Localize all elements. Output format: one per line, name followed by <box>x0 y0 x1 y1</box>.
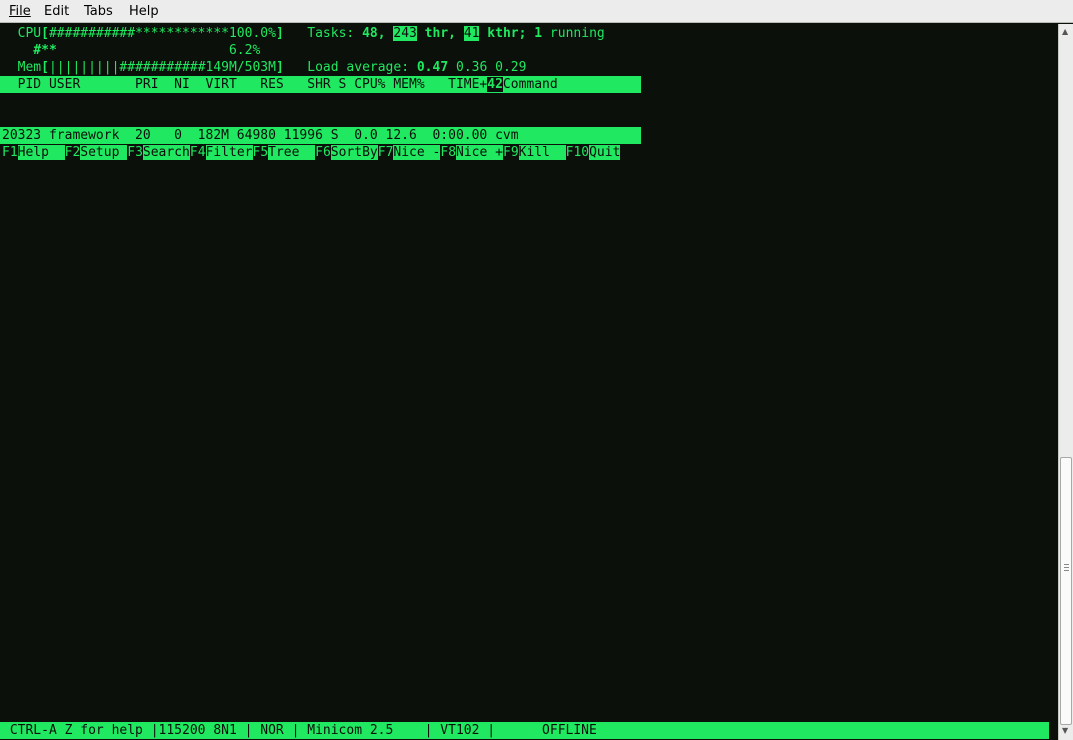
fkey-f4-key: F4 <box>189 145 206 160</box>
load-1min: 0.47 <box>416 60 449 75</box>
menu-tabs[interactable]: Tabs <box>84 3 113 20</box>
minicom-status-bar: CTRL-A Z for help |115200 8N1 | NOR | Mi… <box>0 722 1049 739</box>
cpu2-value: 6.2% <box>228 43 261 58</box>
menu-file-label: File <box>9 4 31 19</box>
fkey-f6-key: F6 <box>315 145 331 160</box>
process-row[interactable]: 20323 framework 20 0 182M 64980 11996 S … <box>0 127 641 144</box>
kthreads-count: 41 <box>463 26 480 41</box>
fkey-f1-label: Help <box>17 145 65 160</box>
scroll-grip-icon <box>1064 570 1069 571</box>
mem-bracket-open: [ <box>41 60 49 75</box>
minicom-status-text: CTRL-A Z for help |115200 8N1 | NOR | Mi… <box>2 723 597 738</box>
fkey-f10-key: F10 <box>565 145 590 160</box>
fkey-f7-key: F7 <box>377 145 394 160</box>
mem-bar-hashes: ########### <box>119 60 206 75</box>
fkey-f5-label: Tree <box>268 145 316 160</box>
load-15min: 0.29 <box>487 60 527 75</box>
mem-bracket-close: ] <box>275 60 284 75</box>
running-label: running <box>542 26 605 41</box>
fkey-f6-label: SortBy <box>330 145 378 160</box>
fkey-f7-label: Nice - <box>393 145 441 160</box>
function-key-bar: F1Help F2Setup F3SearchF4FilterF5Tree F6… <box>0 144 621 161</box>
mem-meter-line: Mem[|||||||||###########149M/503M] Load … <box>2 59 527 76</box>
fkey-f8-key: F8 <box>440 145 457 160</box>
fkey-f7[interactable]: F7Nice - <box>378 145 441 160</box>
fkey-f9[interactable]: F9Kill <box>503 145 566 160</box>
process-table-header[interactable]: PID USER PRI NI VIRT RES SHR S CPU% MEM%… <box>0 76 641 93</box>
cpu-bar-stars: ************ <box>135 26 229 41</box>
cpu2-bar: #** <box>2 43 57 58</box>
header-columns: PID USER PRI NI VIRT RES SHR S CPU% MEM%… <box>2 77 488 92</box>
mem-bar-pipes: ||||||||| <box>48 60 120 75</box>
fkey-f4[interactable]: F4Filter <box>190 145 253 160</box>
cpu2-meter-line: #** 6.2% <box>2 42 260 59</box>
fkey-f6[interactable]: F6SortBy <box>315 145 378 160</box>
cpu-bracket-open: [ <box>41 26 49 41</box>
menu-edit-label: Edit <box>44 4 70 19</box>
mem-label: Mem <box>2 60 42 75</box>
fkey-f2[interactable]: F2Setup <box>65 145 128 160</box>
scroll-down-arrow-icon[interactable]: ▼ <box>1062 727 1068 735</box>
fkey-f4-label: Filter <box>205 145 253 160</box>
fkey-f8-label: Nice + <box>456 145 503 160</box>
fkey-f8[interactable]: F8Nice + <box>440 145 503 160</box>
menu-edit[interactable]: Edit <box>44 3 69 20</box>
fkey-f3[interactable]: F3Search <box>127 145 190 160</box>
fkey-f10-label: Quit <box>589 145 621 160</box>
fkey-f1[interactable]: F1Help <box>2 145 65 160</box>
cpu-bracket-close: ] <box>275 26 284 41</box>
scroll-up-arrow-icon[interactable]: ▲ <box>1062 28 1068 36</box>
tasks-separator: , <box>377 26 394 41</box>
fkey-f3-key: F3 <box>127 145 143 160</box>
running-count: 1 <box>534 26 543 41</box>
cpu2-padding <box>57 43 229 58</box>
threads-count: 243 <box>393 26 417 41</box>
fkey-f3-label: Search <box>142 145 190 160</box>
fkey-f1-key: F1 <box>2 145 18 160</box>
tasks-count: 48 <box>362 26 378 41</box>
cpu-meter-line: CPU[###########************100.0%] Tasks… <box>2 25 605 42</box>
process-row-text: 20323 framework 20 0 182M 64980 11996 S … <box>2 128 519 143</box>
fkey-f2-label: Setup <box>80 145 128 160</box>
load-label: Load average: <box>283 60 417 75</box>
terminal-screen[interactable]: CPU[###########************100.0%] Tasks… <box>0 24 1058 740</box>
fkey-f5[interactable]: F5Tree <box>253 145 316 160</box>
header-sort-indicator: 42 <box>487 77 503 92</box>
menu-tabs-label: Tabs <box>84 4 113 19</box>
scroll-grip-icon <box>1064 564 1069 565</box>
menu-help[interactable]: Help <box>129 3 159 20</box>
scroll-grip-icon <box>1064 567 1069 568</box>
fkey-f9-label: Kill <box>518 145 566 160</box>
mem-value: 149M/503M <box>205 60 276 75</box>
cpu-label: CPU <box>2 26 42 41</box>
fkey-f9-key: F9 <box>503 145 519 160</box>
fkey-f5-key: F5 <box>252 145 269 160</box>
scroll-thumb[interactable] <box>1060 457 1072 725</box>
menu-help-label: Help <box>129 4 159 19</box>
vertical-scrollbar[interactable]: ▲ ▼ <box>1058 24 1073 740</box>
load-5min: 0.36 <box>448 60 488 75</box>
cpu-bar-hashes: ########### <box>48 26 136 41</box>
menu-bar: File Edit Tabs Help <box>0 0 1073 23</box>
threads-label: thr, <box>416 26 464 41</box>
fkey-f10[interactable]: F10Quit <box>566 145 621 160</box>
fkey-f2-key: F2 <box>64 145 81 160</box>
cpu-value: 100.0% <box>228 26 276 41</box>
header-command: Command <box>502 77 558 92</box>
menu-file[interactable]: File <box>9 3 31 20</box>
tasks-label: Tasks: <box>283 26 363 41</box>
kthreads-label: kthr; <box>479 26 535 41</box>
